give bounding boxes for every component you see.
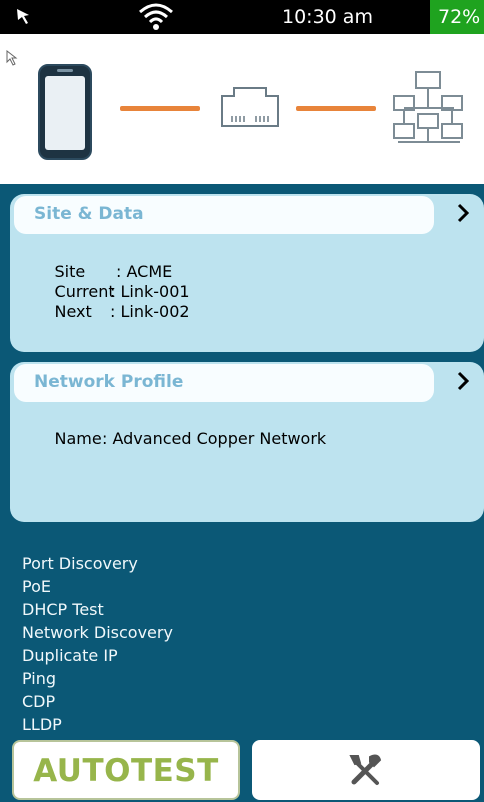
field-value: : ACME — [116, 262, 173, 281]
network-topology-icon[interactable] — [390, 68, 468, 148]
field-label: Next — [54, 302, 92, 321]
site-data-card-title: Site & Data — [14, 196, 434, 234]
link-topology — [0, 34, 484, 184]
test-item: Ping — [22, 669, 57, 688]
autotest-button-label: AUTOTEST — [33, 753, 219, 789]
chevron-right-icon[interactable] — [456, 370, 470, 392]
battery-indicator: 72% — [430, 0, 484, 34]
test-item: Duplicate IP — [22, 646, 118, 665]
link-line-right — [296, 106, 376, 111]
network-profile-card-title: Network Profile — [14, 364, 434, 402]
test-item: LLDP — [22, 715, 62, 734]
chevron-right-icon[interactable] — [456, 202, 470, 224]
tools-button[interactable] — [252, 740, 480, 800]
main-panel: Site & Data Site: ACME Current: Link-001… — [0, 184, 484, 802]
autotest-button[interactable]: AUTOTEST — [12, 740, 240, 800]
autotest-list: Port Discovery PoE DHCP Test Network Dis… — [22, 552, 322, 736]
test-item: Port Discovery — [22, 554, 138, 573]
handheld-tester-icon[interactable] — [36, 62, 94, 162]
cursor-arrow-icon — [17, 9, 29, 24]
tools-icon — [349, 754, 382, 785]
status-bar: 10:30 am 72% — [0, 0, 484, 34]
test-item: DHCP Test — [22, 600, 104, 619]
next-field: Next : Link-002 — [24, 283, 190, 340]
clock-time: 10:30 am — [282, 6, 373, 28]
ethernet-port-icon[interactable] — [218, 82, 282, 130]
field-value: : Advanced Copper Network — [102, 429, 327, 448]
field-label: Name — [54, 429, 102, 448]
link-line-left — [120, 106, 200, 111]
test-item: CDP — [22, 692, 56, 711]
test-item: Network Discovery — [22, 623, 173, 642]
field-value: : Link-002 — [110, 302, 190, 321]
pointer-cursor-icon — [6, 50, 18, 66]
field-value: : Link-001 — [110, 282, 190, 301]
test-item: PoE — [22, 577, 51, 596]
wifi-icon — [139, 3, 173, 30]
profile-name-field: Name: Advanced Copper Network — [24, 410, 327, 467]
network-profile-card[interactable]: Network Profile Name: Advanced Copper Ne… — [10, 362, 484, 522]
site-data-card[interactable]: Site & Data Site: ACME Current: Link-001… — [10, 194, 484, 352]
